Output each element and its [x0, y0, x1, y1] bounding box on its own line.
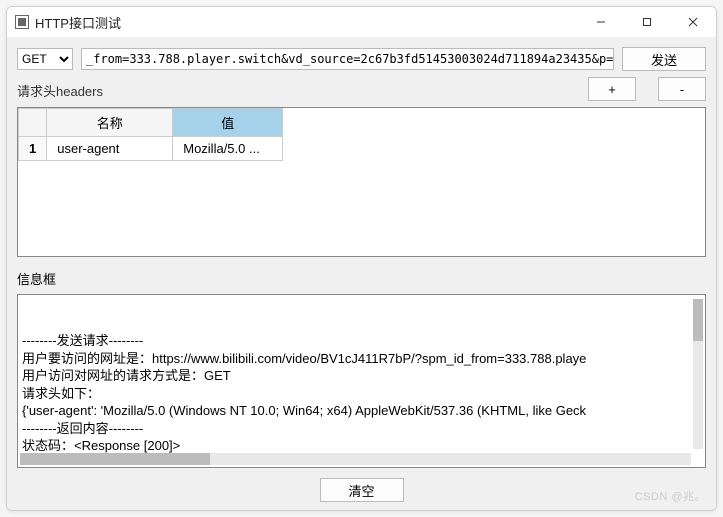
footer-row: 清空 — [17, 474, 706, 502]
vertical-scroll-thumb[interactable] — [693, 299, 703, 341]
send-button[interactable]: 发送 — [622, 47, 706, 71]
minimize-icon — [596, 17, 606, 27]
url-input[interactable]: _from=333.788.player.switch&vd_source=2c… — [81, 48, 614, 70]
http-method-select[interactable]: GET — [17, 48, 73, 70]
client-area: GET _from=333.788.player.switch&vd_sourc… — [7, 37, 716, 510]
headers-toolbar: 请求头headers + - — [17, 77, 706, 101]
header-value-cell[interactable]: Mozilla/5.0 ... — [173, 137, 283, 161]
add-header-button[interactable]: + — [588, 77, 636, 101]
table-header-row: 名称 值 — [19, 109, 283, 137]
col-name-header[interactable]: 名称 — [47, 109, 173, 137]
remove-header-button[interactable]: - — [658, 77, 706, 101]
info-textarea[interactable]: --------发送请求-------- 用户要访问的网址是：https://w… — [17, 294, 706, 468]
url-text: _from=333.788.player.switch&vd_source=2c… — [86, 52, 614, 66]
info-content: --------发送请求-------- 用户要访问的网址是：https://w… — [22, 332, 701, 468]
horizontal-scrollbar[interactable] — [20, 453, 691, 465]
minimize-button[interactable] — [578, 7, 624, 37]
vertical-scrollbar[interactable] — [693, 299, 703, 449]
rownum-header — [19, 109, 47, 137]
window-buttons — [578, 7, 716, 37]
headers-table[interactable]: 名称 值 1 user-agent Mozilla/5.0 ... — [18, 108, 283, 161]
maximize-icon — [642, 17, 652, 27]
col-value-header[interactable]: 值 — [173, 109, 283, 137]
headers-label: 请求头headers — [17, 81, 103, 100]
close-button[interactable] — [670, 7, 716, 37]
window-title: HTTP接口测试 — [35, 13, 121, 32]
close-icon — [688, 17, 698, 27]
horizontal-scroll-thumb[interactable] — [20, 453, 210, 465]
request-row: GET _from=333.788.player.switch&vd_sourc… — [17, 47, 706, 71]
header-name-cell[interactable]: user-agent — [47, 137, 173, 161]
row-index: 1 — [19, 137, 47, 161]
clear-button[interactable]: 清空 — [320, 478, 404, 502]
titlebar: HTTP接口测试 — [7, 7, 716, 37]
table-row[interactable]: 1 user-agent Mozilla/5.0 ... — [19, 137, 283, 161]
maximize-button[interactable] — [624, 7, 670, 37]
infobox-label: 信息框 — [17, 269, 706, 288]
app-window: HTTP接口测试 GET _from=333.788.player.switch… — [6, 6, 717, 511]
app-icon — [15, 15, 29, 29]
headers-table-container: 名称 值 1 user-agent Mozilla/5.0 ... — [17, 107, 706, 257]
